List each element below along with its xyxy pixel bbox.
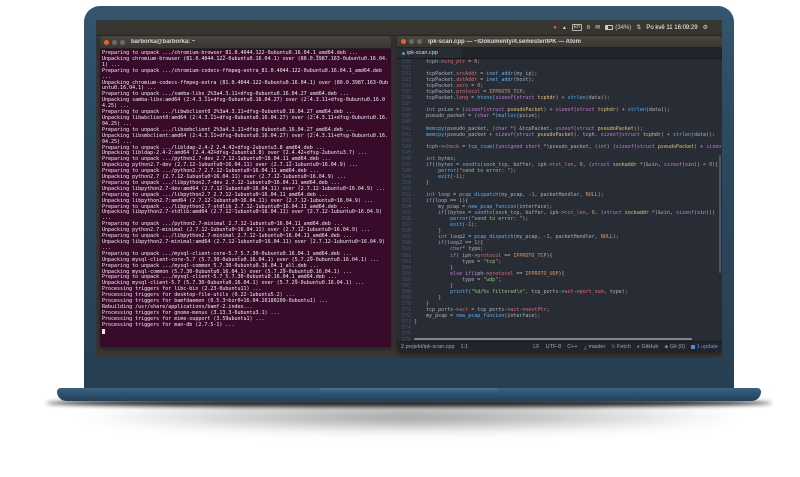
update-icon[interactable] xyxy=(553,25,557,31)
laptop-mockup: En (34%) Po kvě 11 16:09:29 barborka@barbo… xyxy=(0,0,800,477)
cpp-file-icon xyxy=(402,51,405,55)
terminal-window: barborka@barborka: ~ Preparing to unpack… xyxy=(100,36,391,347)
atom-window: ipk-scan.cpp — ~/Dokumenty/4.semester/IP… xyxy=(397,36,722,352)
terminal-line: Unpacking libwbclient0:amd64 (2:4.3.11+d… xyxy=(102,114,388,127)
net-icon[interactable] xyxy=(636,25,641,31)
close-button[interactable] xyxy=(401,39,406,44)
status-git-0-[interactable]: Git (0) xyxy=(664,344,685,350)
keyboard-icon[interactable]: En xyxy=(571,24,582,31)
terminal-titlebar: barborka@barborka: ~ xyxy=(100,36,391,49)
terminal-title: barborka@barborka: ~ xyxy=(131,39,196,45)
bluetooth-icon[interactable] xyxy=(587,25,590,31)
battery-icon[interactable]: (34%) xyxy=(605,25,631,31)
maximize-button[interactable] xyxy=(417,39,422,44)
terminal-line: Unpacking libsmbclient:amd64 (2:4.3.11+d… xyxy=(102,132,388,145)
file-path[interactable]: 2.projekt/ipk-scan.cpp xyxy=(401,344,455,350)
status-1-update[interactable]: 1 update xyxy=(691,344,718,350)
status-bar: 2.projekt/ipk-scan.cpp 1:1 LF UTF-8 C++ mas… xyxy=(397,341,722,352)
laptop-base xyxy=(57,388,761,401)
minimize-button[interactable] xyxy=(409,39,414,44)
status-c-[interactable]: C++ xyxy=(567,344,577,350)
status-github[interactable]: GitHub xyxy=(637,344,658,350)
tab-ipk-scan-cpp[interactable]: ipk-scan.cpp xyxy=(397,48,462,58)
terminal-line: Unpacking chromium-browser (81.0.4044.12… xyxy=(102,55,388,68)
vertical-scrollbar[interactable] xyxy=(719,155,721,273)
status-fetch[interactable]: Fetch xyxy=(611,344,631,350)
mail-icon[interactable] xyxy=(595,25,600,31)
clock-icon[interactable]: Po kvě 11 16:09:29 xyxy=(646,25,697,31)
cursor-position[interactable]: 1:1 xyxy=(461,344,469,350)
session-icon[interactable] xyxy=(703,25,708,31)
atom-titlebar: ipk-scan.cpp — ~/Dokumenty/4.semester/IP… xyxy=(397,36,722,48)
top-panel: En (34%) Po kvě 11 16:09:29 xyxy=(96,20,722,36)
horizontal-scrollbar[interactable] xyxy=(414,338,692,340)
status-lf[interactable]: LF xyxy=(533,344,539,350)
code-line: 544 tcph->check = tcp_csum((unsigned sho… xyxy=(401,143,722,150)
code-editor[interactable]: 530 tcph->urg_ptr = 0; 531 532 tcpPacket.… xyxy=(397,59,722,341)
code-lines: 530 tcph->urg_ptr = 0; 531 532 tcpPacket.… xyxy=(397,59,722,341)
maximize-button[interactable] xyxy=(120,39,125,45)
status-bar-right: LF UTF-8 C++ master Fetch GitHub Git (0) 1 upda… xyxy=(533,344,718,350)
wifi-icon[interactable] xyxy=(562,25,567,31)
code-line: 542 memcpy(pseudo_packet + sizeof(struct… xyxy=(401,131,716,138)
status-utf-8[interactable]: UTF-8 xyxy=(546,344,562,350)
status-master[interactable]: master xyxy=(584,344,606,350)
terminal-output[interactable]: Preparing to unpack .../chromium-browser… xyxy=(100,49,391,347)
atom-window-title: ipk-scan.cpp — ~/Dokumenty/4.semester/IP… xyxy=(428,38,581,45)
close-button[interactable] xyxy=(104,39,109,45)
laptop-base-notch xyxy=(319,388,499,394)
terminal-cursor xyxy=(102,328,105,334)
minimize-button[interactable] xyxy=(112,39,117,45)
tab-bar: ipk-scan.cpp xyxy=(397,48,722,59)
system-tray: En (34%) Po kvě 11 16:09:29 xyxy=(553,24,708,31)
terminal-line: Preparing to unpack .../chromium-codecs-… xyxy=(102,67,385,80)
desktop-screen: En (34%) Po kvě 11 16:09:29 barborka@barbo… xyxy=(96,20,722,358)
tab-label: ipk-scan.cpp xyxy=(407,49,438,56)
